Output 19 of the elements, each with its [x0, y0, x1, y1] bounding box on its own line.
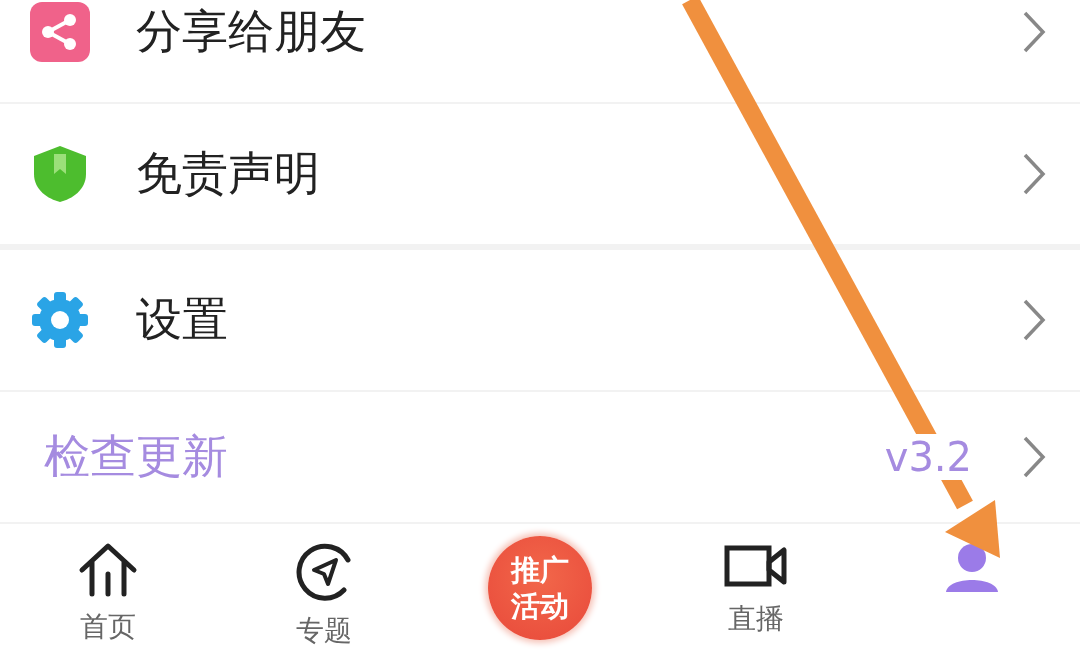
chevron-icon: [1022, 152, 1046, 196]
tab-item[interactable]: 直播: [648, 524, 864, 659]
menu-row[interactable]: 设置: [0, 250, 1080, 390]
home-icon: [78, 542, 138, 598]
navigation-icon: [294, 542, 354, 602]
promo-button[interactable]: 推广活动: [488, 536, 592, 640]
chevron-icon: [1022, 10, 1046, 54]
gear-icon: [30, 290, 90, 350]
tab-item[interactable]: 专题: [216, 524, 432, 659]
menu-label: 分享给朋友: [136, 3, 367, 60]
menu-row[interactable]: 分享给朋友: [0, 0, 1080, 102]
menu-row[interactable]: 免责声明: [0, 104, 1080, 244]
chevron-icon: [1022, 298, 1046, 342]
tab-item[interactable]: 首页: [0, 524, 216, 659]
share-icon: [30, 2, 90, 62]
chevron-icon: [1022, 435, 1046, 479]
menu-label: 设置: [136, 291, 229, 348]
menu-label: 免责声明: [136, 145, 321, 202]
menu-label: 检查更新: [44, 428, 229, 485]
